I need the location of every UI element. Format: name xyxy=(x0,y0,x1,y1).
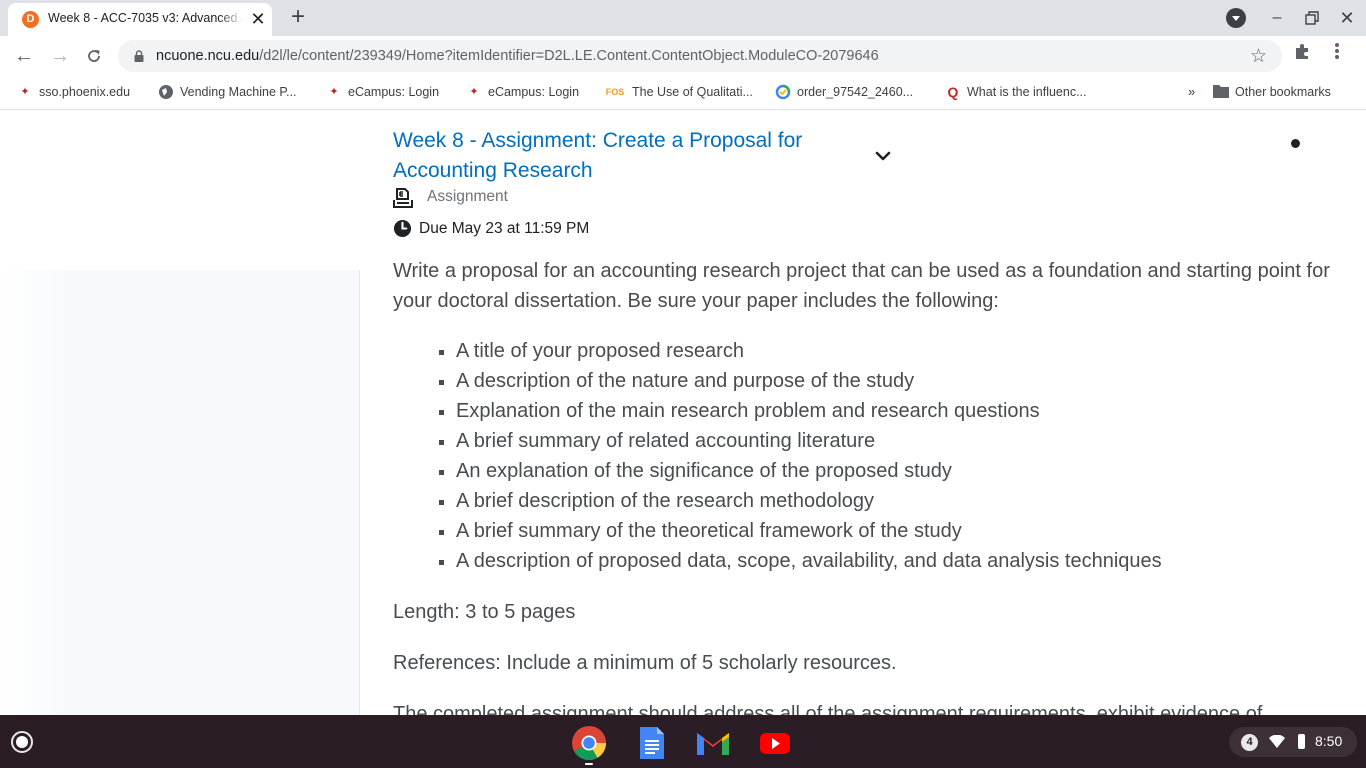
bookmark-item[interactable]: FOS The Use of Qualitati... xyxy=(604,84,753,102)
loading-circle-icon xyxy=(775,84,791,100)
launcher-icon[interactable] xyxy=(11,731,33,753)
browser-tab[interactable]: D Week 8 - ACC-7035 v3: Advanced Account… xyxy=(8,3,272,36)
assignment-dropbox-icon xyxy=(393,188,413,208)
phoenix-bird-icon: ✦ xyxy=(469,86,479,98)
notification-count-badge: 4 xyxy=(1241,734,1258,751)
assignment-intro: Write a proposal for an accounting resea… xyxy=(393,260,1330,312)
bookmark-item[interactable]: Vending Machine P... xyxy=(158,84,297,102)
chevron-down-icon[interactable] xyxy=(873,146,893,166)
list-item: A description of proposed data, scope, a… xyxy=(436,546,1336,576)
topic-title[interactable]: Week 8 - Assignment: Create a Proposal f… xyxy=(393,126,833,186)
system-tray[interactable]: 4 8:50 xyxy=(1229,727,1357,757)
bookmark-item[interactable]: order_97542_2460... xyxy=(775,84,913,102)
extensions-puzzle-icon[interactable] xyxy=(1294,42,1312,65)
topic-type-label: Assignment xyxy=(427,188,508,205)
bookmark-item[interactable]: ✦ eCampus: Login xyxy=(326,84,439,102)
phoenix-bird-icon: ✦ xyxy=(329,86,339,98)
d2l-favicon-icon: D xyxy=(22,11,39,28)
close-tab-icon[interactable]: ✕ xyxy=(248,9,268,29)
bookmark-item[interactable]: ✦ eCampus: Login xyxy=(466,84,579,102)
close-window-icon[interactable]: ✕ xyxy=(1335,6,1359,30)
bookmark-star-icon[interactable]: ☆ xyxy=(1250,45,1267,68)
requirements-list: A title of your proposed research A desc… xyxy=(436,336,1336,576)
references-requirement: References: Include a minimum of 5 schol… xyxy=(393,652,897,674)
list-item: Explanation of the main research problem… xyxy=(436,396,1336,426)
youtube-icon[interactable] xyxy=(757,725,793,761)
length-requirement: Length: 3 to 5 pages xyxy=(393,601,576,623)
browser-toolbar: ← → ncuone.ncu.edu/d2l/le/content/239349… xyxy=(0,36,1366,76)
phoenix-bird-icon: ✦ xyxy=(20,86,30,98)
quora-icon: Q xyxy=(947,84,959,100)
table-of-contents-panel xyxy=(0,110,360,715)
tab-search-icon[interactable] xyxy=(1226,8,1246,28)
gmail-icon[interactable] xyxy=(695,725,731,761)
back-arrow-icon[interactable]: ← xyxy=(10,42,38,70)
bookmarks-overflow-button[interactable]: » xyxy=(1188,84,1195,102)
unread-indicator-dot xyxy=(1291,139,1300,148)
browser-menu-icon[interactable] xyxy=(1334,42,1340,65)
due-date-label: Due May 23 at 11:59 PM xyxy=(419,220,590,237)
bookmark-item[interactable]: Q What is the influenc... xyxy=(945,84,1087,102)
url-text: ncuone.ncu.edu/d2l/le/content/239349/Hom… xyxy=(156,48,879,64)
bookmark-item[interactable]: ✦ sso.phoenix.edu xyxy=(17,84,130,102)
folder-icon xyxy=(1213,84,1229,100)
clock-icon xyxy=(393,219,412,238)
os-shelf: 4 8:50 xyxy=(0,715,1366,768)
restore-icon[interactable] xyxy=(1300,6,1324,30)
docs-icon[interactable] xyxy=(634,725,670,761)
list-item: A brief summary of the theoretical frame… xyxy=(436,516,1336,546)
minimize-icon[interactable]: – xyxy=(1265,6,1289,30)
other-bookmarks[interactable]: Other bookmarks xyxy=(1213,84,1331,102)
tab-strip: D Week 8 - ACC-7035 v3: Advanced Account… xyxy=(0,0,1366,36)
chrome-icon[interactable] xyxy=(571,725,607,761)
new-tab-button[interactable]: + xyxy=(284,4,312,32)
list-item: A description of the nature and purpose … xyxy=(436,366,1336,396)
globe-icon xyxy=(158,84,174,100)
address-bar[interactable]: ncuone.ncu.edu/d2l/le/content/239349/Hom… xyxy=(118,40,1282,72)
list-item: An explanation of the significance of th… xyxy=(436,456,1336,486)
reload-icon[interactable] xyxy=(80,42,108,70)
system-clock: 8:50 xyxy=(1315,733,1343,749)
active-app-indicator xyxy=(585,763,593,765)
list-item: A brief description of the research meth… xyxy=(436,486,1336,516)
tab-title: Week 8 - ACC-7035 v3: Advanced Accountin… xyxy=(48,11,243,29)
lock-icon xyxy=(134,50,144,62)
fos-icon: FOS xyxy=(605,87,625,97)
completion-paragraph: The completed assignment should address … xyxy=(393,703,1263,715)
page-content: Week 8 - Assignment: Create a Proposal f… xyxy=(0,110,1366,715)
list-item: A brief summary of related accounting li… xyxy=(436,426,1336,456)
bookmarks-bar: ✦ sso.phoenix.edu Vending Machine P... ✦ e… xyxy=(0,76,1366,110)
battery-icon xyxy=(1298,734,1305,749)
list-item: A title of your proposed research xyxy=(436,336,1336,366)
forward-arrow-icon[interactable]: → xyxy=(46,42,74,70)
wifi-icon xyxy=(1269,735,1285,748)
